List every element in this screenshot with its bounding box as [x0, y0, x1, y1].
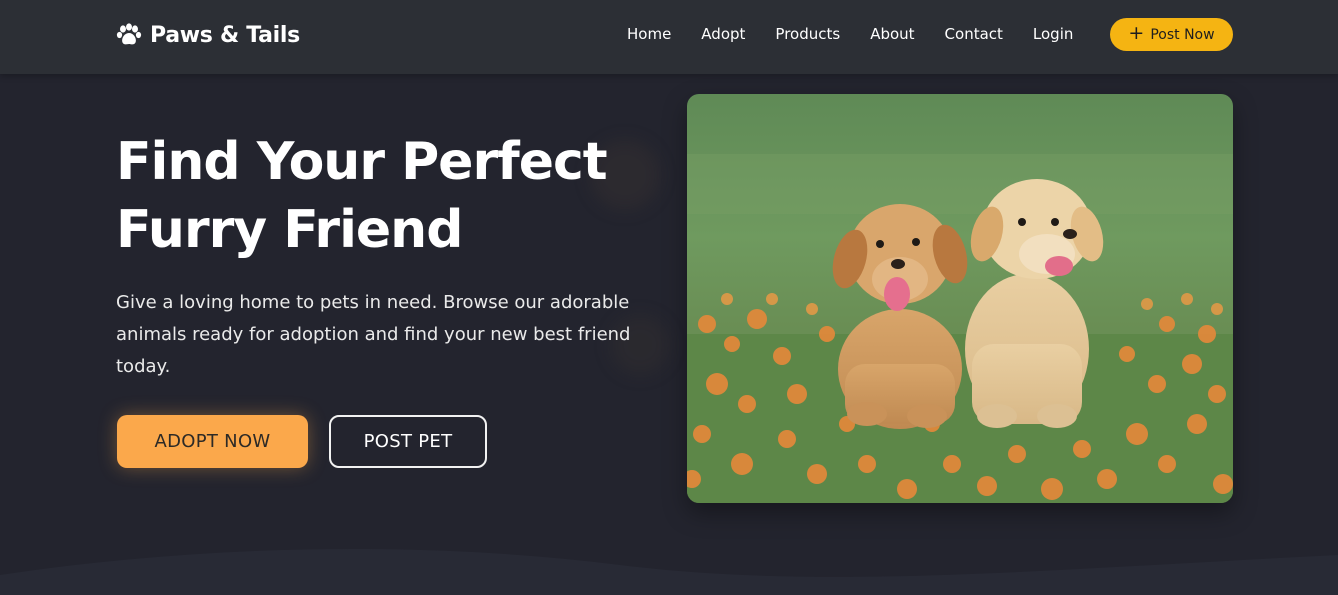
brand-name: Paws & Tails [150, 22, 300, 48]
hero-title-line-2: Furry Friend [116, 200, 463, 260]
hero-title-line-1: Find Your Perfect [116, 132, 608, 192]
plus-icon: + [1128, 22, 1145, 44]
nav-link-about[interactable]: About [855, 25, 929, 43]
adopt-now-button[interactable]: ADOPT NOW [117, 415, 308, 468]
hero-description: Give a loving home to pets in need. Brow… [116, 292, 631, 377]
post-now-label: Post Now [1150, 26, 1215, 43]
decorative-wave [0, 548, 1338, 595]
navbar: Paws & Tails Home Adopt Products About C… [0, 0, 1338, 74]
brand-logo[interactable]: Paws & Tails [116, 19, 300, 51]
hero-title: Find Your Perfect Furry Friend [116, 128, 656, 264]
hero-image-puppies [687, 94, 1233, 503]
nav-link-login[interactable]: Login [1018, 25, 1088, 43]
nav-link-contact[interactable]: Contact [930, 25, 1018, 43]
page: Paws & Tails Home Adopt Products About C… [0, 0, 1338, 595]
nav-link-products[interactable]: Products [760, 25, 855, 43]
paw-icon [116, 23, 142, 45]
nav-link-home[interactable]: Home [612, 25, 686, 43]
nav-links: Home Adopt Products About Contact Login [612, 0, 1088, 68]
nav-link-adopt[interactable]: Adopt [686, 25, 760, 43]
post-now-button[interactable]: + Post Now [1110, 18, 1233, 51]
post-pet-button[interactable]: POST PET [329, 415, 487, 468]
